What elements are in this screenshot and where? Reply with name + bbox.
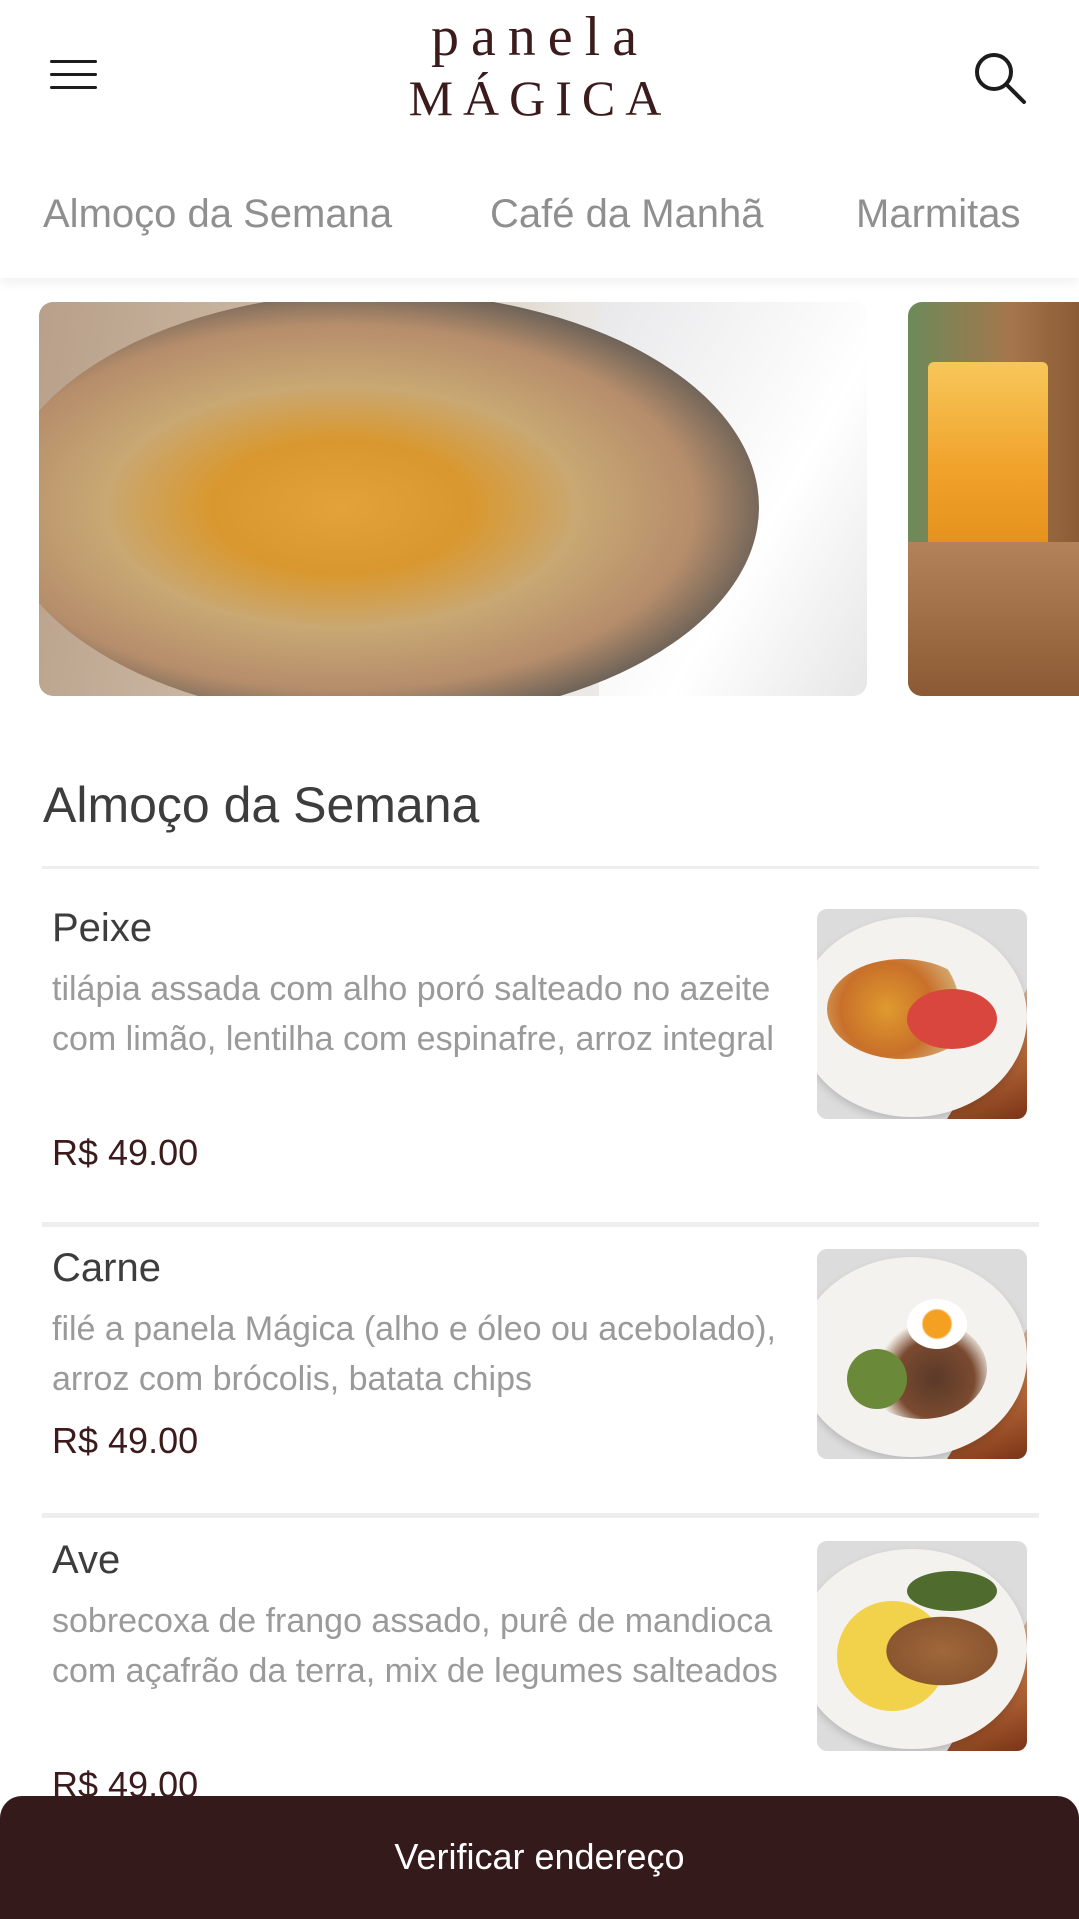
menu-line bbox=[50, 86, 97, 89]
banner-breakfast-image[interactable] bbox=[908, 302, 1079, 696]
item-description: filé a panela Mágica (alho e óleo ou ace… bbox=[52, 1310, 776, 1398]
item-price: R$ 49.00 bbox=[52, 1132, 199, 1173]
tab-marmitas[interactable]: Marmitas bbox=[856, 192, 1020, 237]
section-title: Almoço da Semana bbox=[43, 777, 480, 833]
divider bbox=[42, 1222, 1039, 1227]
item-description: sobrecoxa de frango assado, purê de mand… bbox=[52, 1602, 778, 1690]
banner-tray bbox=[908, 542, 1079, 696]
divider bbox=[42, 1513, 1039, 1518]
menu-item-peixe[interactable]: Peixe tilápia assada com alho poró salte… bbox=[42, 890, 1039, 1220]
category-tabs: Almoço da Semana Café da Manhã Marmitas bbox=[0, 158, 1079, 278]
search-icon[interactable] bbox=[970, 48, 1030, 108]
photo-food bbox=[907, 1571, 997, 1611]
tab-cafe-da-manha[interactable]: Café da Manhã bbox=[490, 192, 764, 237]
logo-line-1: panela bbox=[430, 6, 650, 68]
photo-food bbox=[877, 1611, 1007, 1691]
item-price: R$ 49.00 bbox=[52, 1420, 199, 1461]
photo-food bbox=[847, 1349, 907, 1409]
menu-item-ave[interactable]: Ave sobrecoxa de frango assado, purê de … bbox=[42, 1522, 1039, 1822]
banner-dish bbox=[39, 302, 759, 696]
tab-almoco-da-semana[interactable]: Almoço da Semana bbox=[43, 192, 392, 237]
menu-line bbox=[50, 73, 97, 76]
item-name: Peixe bbox=[52, 906, 153, 950]
brand-logo[interactable]: panela MÁGICA bbox=[380, 6, 700, 128]
menu-item-carne[interactable]: Carne filé a panela Mágica (alho e óleo … bbox=[42, 1230, 1039, 1512]
logo-line-2: MÁGICA bbox=[408, 70, 672, 126]
item-photo bbox=[817, 1541, 1027, 1751]
menu-line bbox=[50, 60, 97, 63]
divider bbox=[42, 866, 1039, 869]
banner-lunch-image[interactable] bbox=[39, 302, 867, 696]
item-photo bbox=[817, 909, 1027, 1119]
verify-address-label: Verificar endereço bbox=[394, 1836, 685, 1877]
photo-food bbox=[907, 989, 997, 1049]
item-photo bbox=[817, 1249, 1027, 1459]
item-name: Ave bbox=[52, 1538, 121, 1582]
app-header: panela MÁGICA bbox=[0, 0, 1079, 158]
photo-food bbox=[907, 1299, 967, 1349]
verify-address-button[interactable]: Verificar endereço bbox=[0, 1796, 1079, 1919]
item-name: Carne bbox=[52, 1246, 161, 1290]
item-description: tilápia assada com alho poró salteado no… bbox=[52, 970, 774, 1058]
hamburger-menu-icon[interactable] bbox=[44, 50, 104, 100]
